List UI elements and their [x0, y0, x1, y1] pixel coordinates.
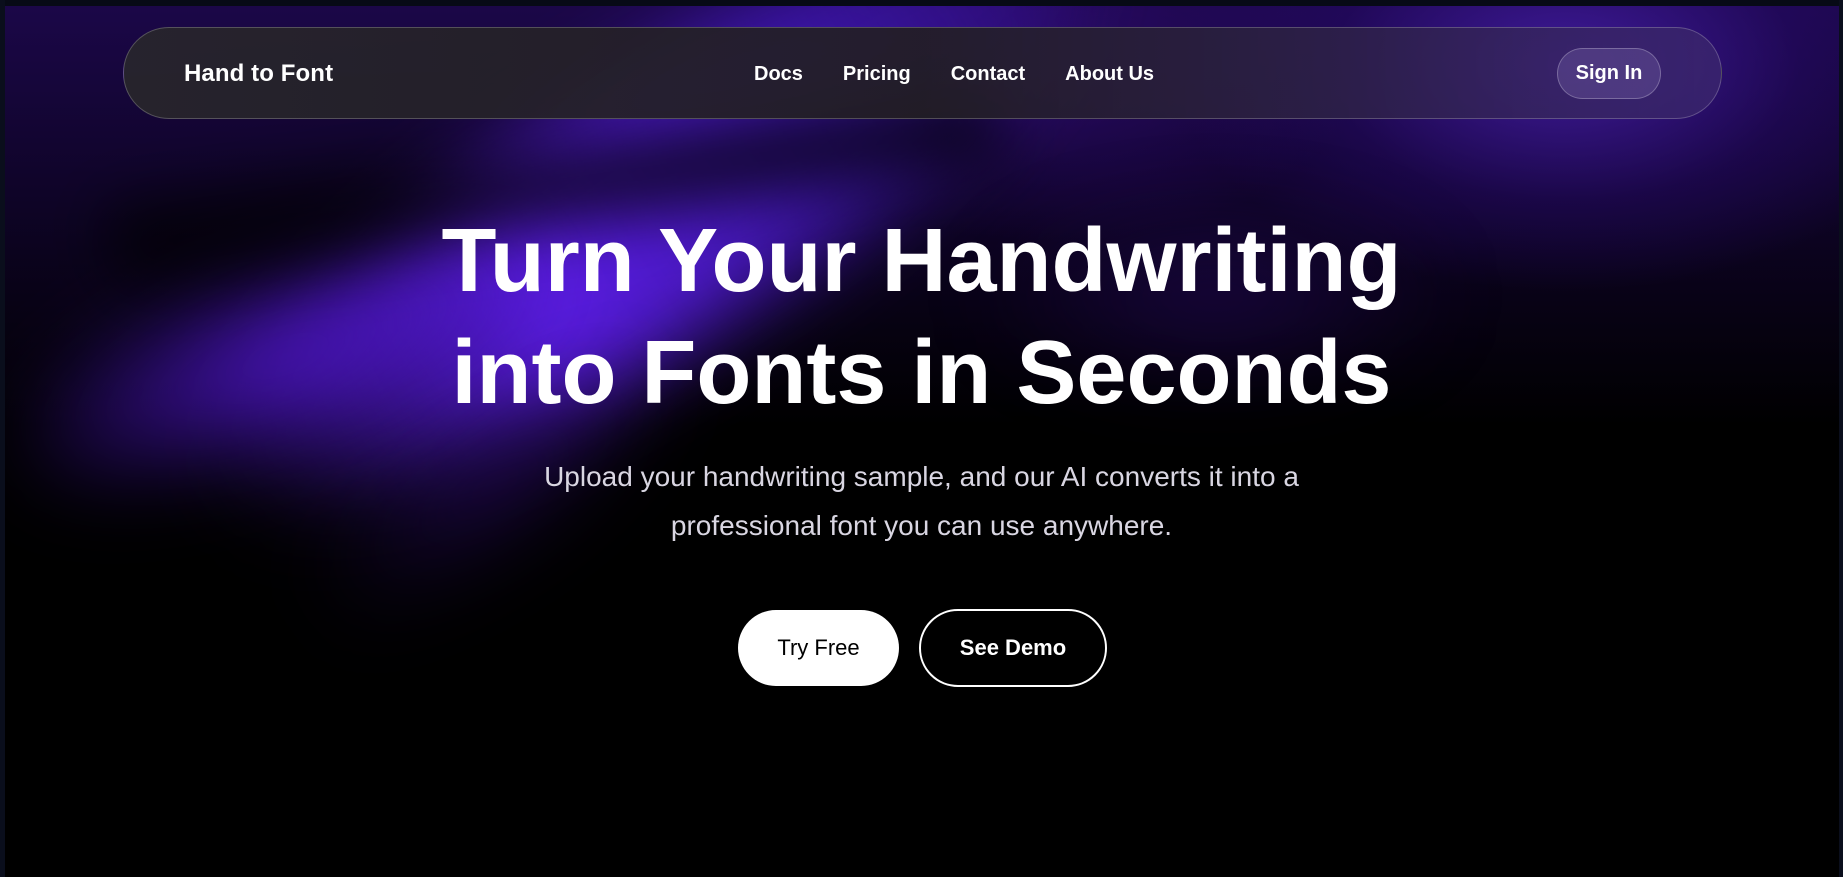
nav-links: Docs Pricing Contact About Us [754, 28, 1154, 120]
page: Hand to Font Docs Pricing Contact About … [0, 0, 1843, 877]
brand-logo[interactable]: Hand to Font [184, 28, 333, 120]
hero-subtitle: Upload your handwriting sample, and our … [0, 452, 1843, 550]
top-navbar: Hand to Font Docs Pricing Contact About … [123, 27, 1722, 119]
hero-subtitle-line-2: professional font you can use anywhere. [670, 510, 1173, 541]
see-demo-button[interactable]: See Demo [919, 609, 1107, 687]
window-edge-top [0, 0, 1843, 6]
background-glow [5, 6, 1839, 877]
window-edge-left [0, 0, 5, 877]
sign-in-button[interactable]: Sign In [1557, 48, 1661, 99]
hero-subtitle-line-1: Upload your handwriting sample, and our … [544, 461, 1299, 492]
window-edge-right [1839, 0, 1843, 877]
try-free-button[interactable]: Try Free [738, 610, 899, 686]
nav-link-about-us[interactable]: About Us [1065, 63, 1154, 86]
hero-title-line-1: Turn Your Handwriting [441, 211, 1402, 311]
hero-title-line-2: into Fonts in Seconds [451, 323, 1392, 423]
nav-link-contact[interactable]: Contact [951, 63, 1025, 86]
nav-link-docs[interactable]: Docs [754, 63, 803, 86]
hero-title: Turn Your Handwriting into Fonts in Seco… [0, 205, 1843, 429]
nav-link-pricing[interactable]: Pricing [843, 63, 911, 86]
cta-buttons: Try Free See Demo [738, 609, 1107, 687]
